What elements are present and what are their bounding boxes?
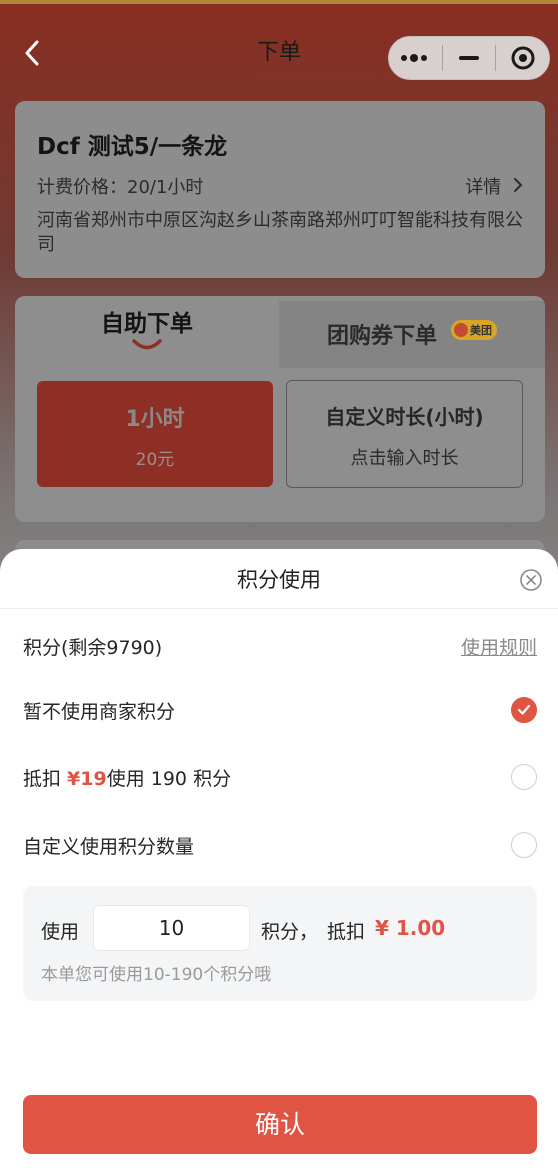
radio-checked[interactable]: [511, 697, 537, 723]
custom-deduct-amount: ¥ 1.00: [375, 916, 446, 940]
option-custom-hint: 点击输入时长: [350, 448, 459, 469]
tab-self-label: 自助下单: [101, 311, 193, 337]
chevron-right-icon: [514, 178, 523, 192]
option-1-hour-price: 20元: [135, 450, 175, 470]
option-no-points-label: 暂不使用商家积分: [23, 700, 176, 723]
minimize-icon: [459, 56, 479, 60]
meituan-logo-icon: [454, 323, 468, 337]
custom-points-box: 使用 积分， 抵扣 ¥ 1.00 本单您可使用10-190个积分哦: [23, 886, 537, 1001]
points-balance-row: 积分(剩余9790) 使用规则: [23, 629, 537, 663]
store-name: Dcf 测试5/一条龙: [37, 134, 228, 160]
minimize-button[interactable]: [443, 37, 496, 79]
option-custom-points[interactable]: 自定义使用积分数量: [23, 828, 537, 862]
checkmark-icon: [517, 704, 531, 715]
confirm-button[interactable]: 确认: [23, 1095, 537, 1154]
tab-voucher-order[interactable]: 团购券下单: [327, 318, 437, 350]
mini-program-capsule: [388, 36, 550, 80]
option-1-hour[interactable]: 1小时 20元: [37, 381, 273, 487]
points-sheet: 积分使用 积分(剩余9790) 使用规则 暂不使用商家积分 抵扣 ¥19使用 1…: [0, 549, 558, 1175]
tab-active-indicator-icon: [132, 339, 162, 350]
radio-unchecked[interactable]: [511, 764, 537, 790]
option-custom-points-label: 自定义使用积分数量: [23, 835, 195, 858]
option-deduct-label: 抵扣 ¥19使用 190 积分: [23, 764, 231, 791]
deduct-amount: ¥19: [67, 767, 107, 790]
radio-unchecked[interactable]: [511, 832, 537, 858]
close-miniprogram-button[interactable]: [496, 37, 549, 79]
deduct-prefix: 抵扣: [23, 767, 68, 790]
points-quantity-input[interactable]: [93, 905, 250, 951]
custom-points-suffix: 积分，: [261, 921, 319, 943]
target-close-icon: [511, 46, 535, 70]
custom-deduct-label: 抵扣: [327, 921, 366, 943]
sheet-close-button[interactable]: [519, 568, 543, 592]
sheet-divider: [0, 608, 558, 609]
option-custom-duration[interactable]: 自定义时长(小时) 点击输入时长: [286, 380, 523, 488]
top-accent-line: [0, 0, 558, 4]
meituan-label: 美团: [470, 324, 492, 337]
close-circle-icon: [520, 569, 542, 591]
custom-points-hint: 本单您可使用10-190个积分哦: [41, 965, 272, 985]
store-card: Dcf 测试5/一条龙 计费价格：20/1小时 详情 河南省郑州市中原区沟赵乡山…: [15, 101, 545, 278]
price-text: 计费价格：20/1小时: [37, 177, 204, 198]
option-no-points[interactable]: 暂不使用商家积分: [23, 693, 537, 727]
details-label: 详情: [465, 177, 502, 198]
details-link[interactable]: 详情: [465, 173, 523, 199]
order-type-panel: 自助下单 团购券下单 美团 1小时 20元 自定义时长(小时) 点击输入时长: [15, 296, 545, 522]
sheet-title: 积分使用: [237, 568, 321, 592]
more-button[interactable]: [389, 37, 442, 79]
option-1-hour-title: 1小时: [125, 407, 185, 432]
points-balance: 积分(剩余9790): [23, 636, 163, 659]
deduct-suffix: 使用 190 积分: [106, 767, 232, 790]
store-address: 河南省郑州市中原区沟赵乡山茶南路郑州叮叮智能科技有限公司: [37, 210, 523, 255]
option-deduct-19[interactable]: 抵扣 ¥19使用 190 积分: [23, 760, 537, 794]
custom-use-label: 使用: [41, 921, 80, 943]
option-custom-title: 自定义时长(小时): [325, 405, 484, 429]
meituan-badge: 美团: [451, 320, 497, 340]
usage-rules-link[interactable]: 使用规则: [461, 633, 537, 660]
more-dots-icon: [401, 54, 428, 62]
